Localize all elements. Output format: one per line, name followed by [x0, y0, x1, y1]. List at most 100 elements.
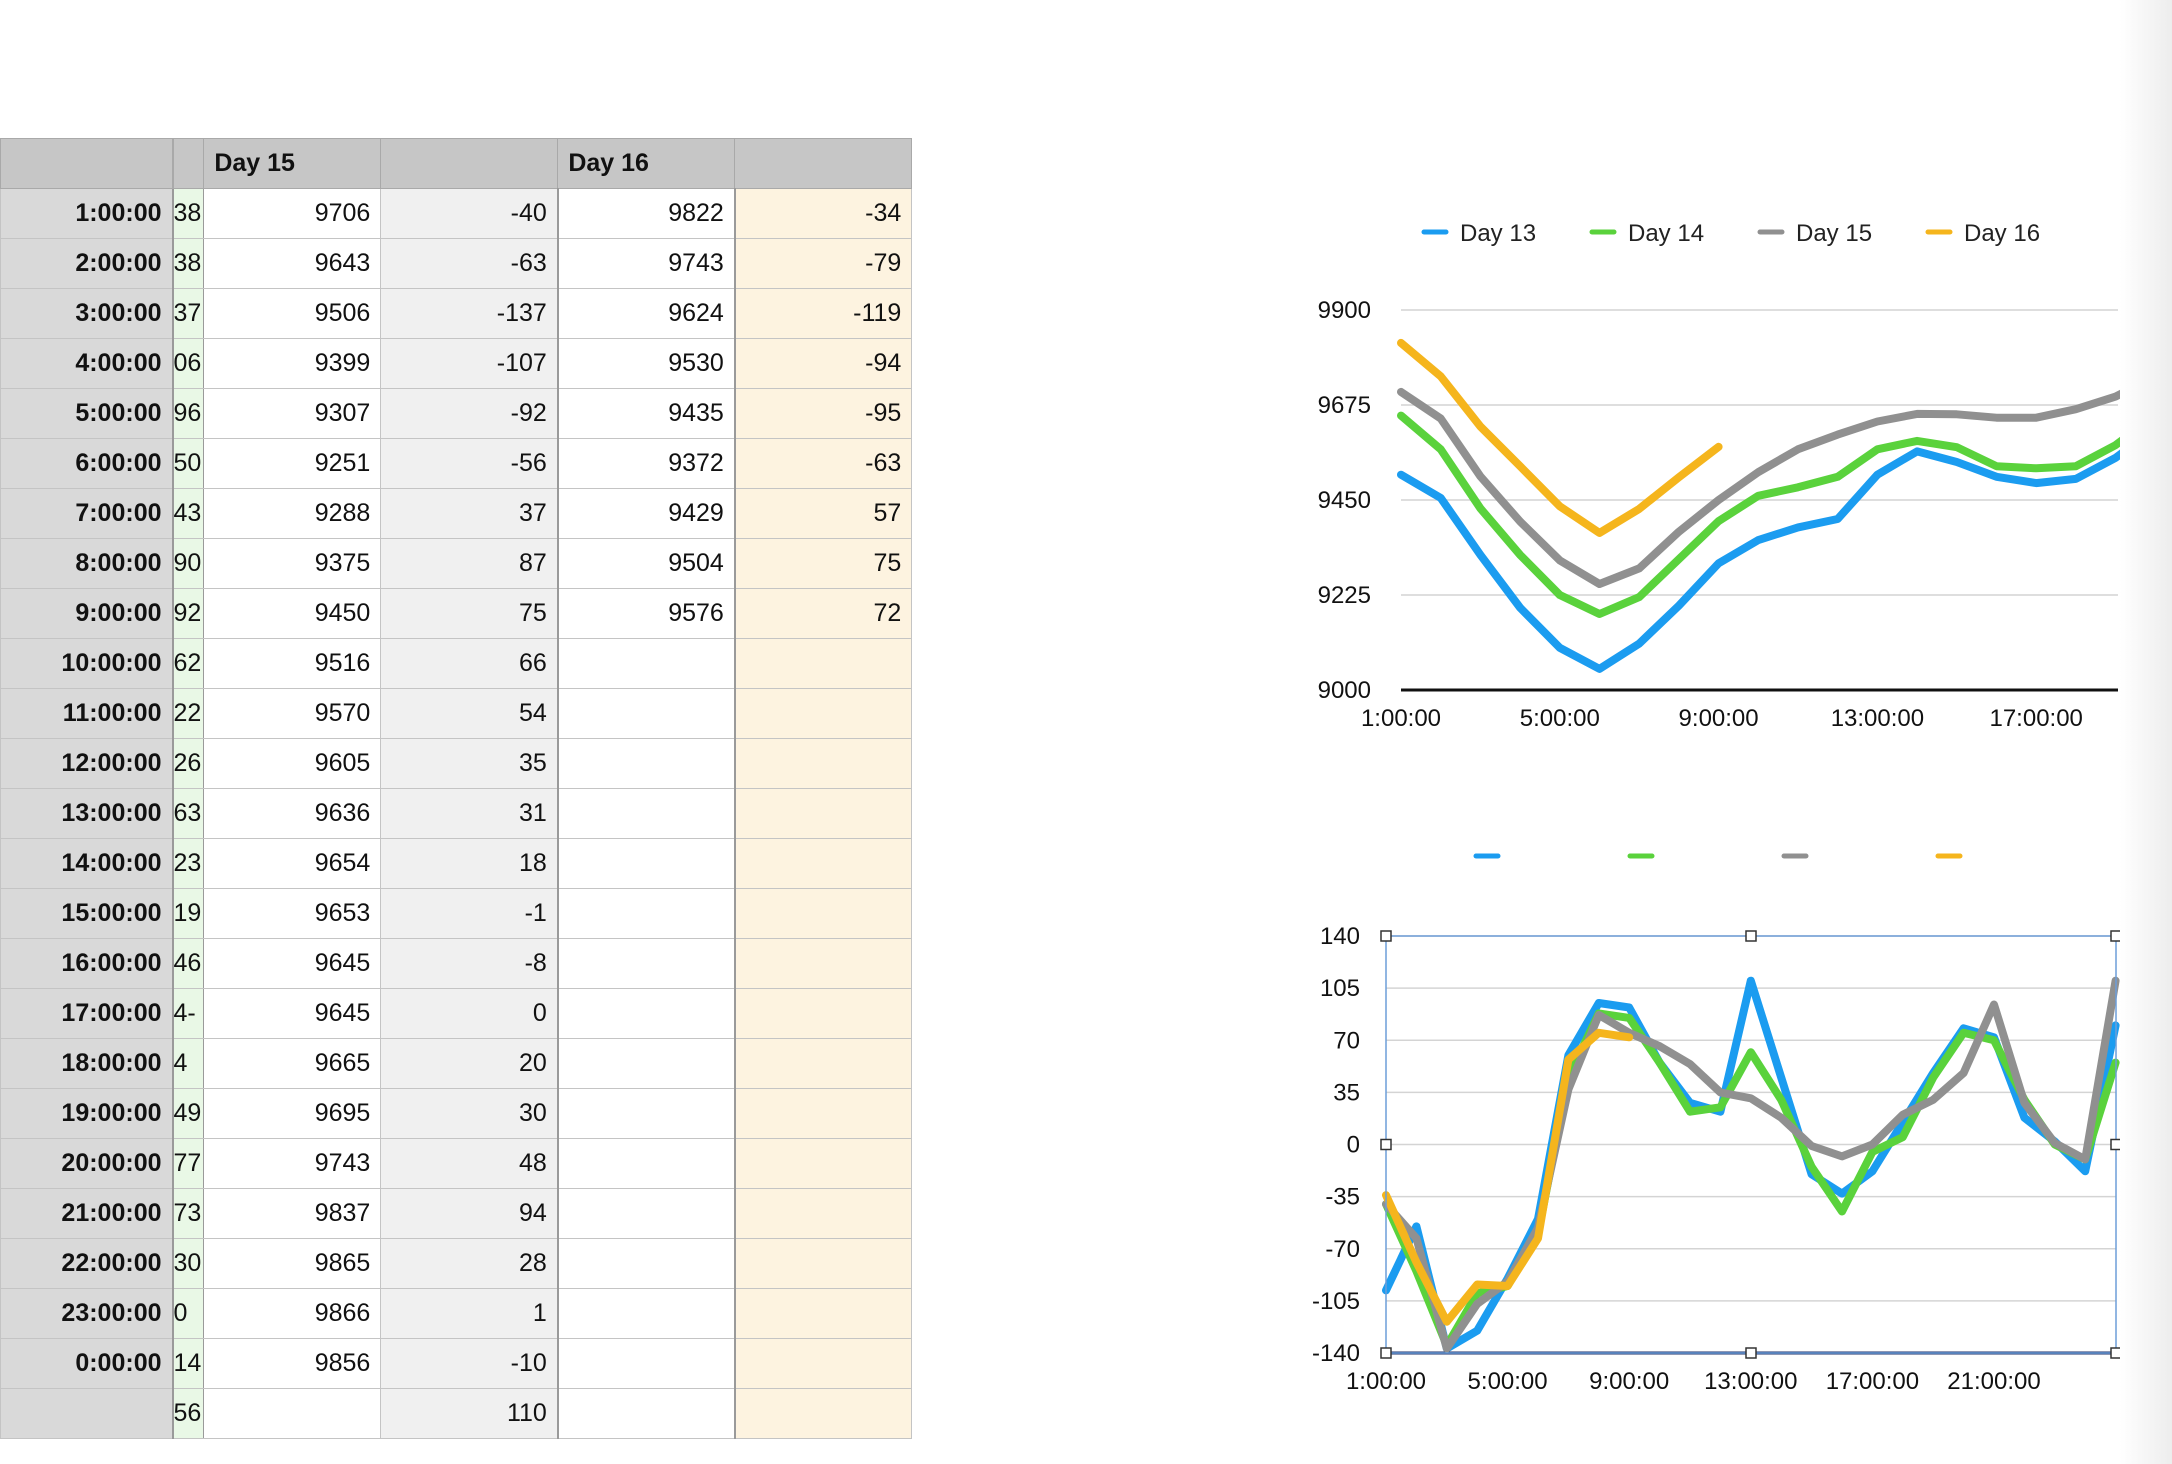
table-cell[interactable]: 18 [380, 838, 559, 889]
table-cell[interactable]: 9530 [557, 338, 736, 389]
row-time-cell[interactable]: 12:00:00 [0, 738, 174, 789]
table-cell[interactable]: 9506 [203, 288, 382, 339]
table-cell[interactable] [733, 938, 913, 989]
column-header[interactable]: Day 15 [203, 138, 382, 189]
table-cell[interactable]: 06 [171, 338, 205, 389]
table-cell[interactable]: 96 [171, 388, 205, 439]
table-cell[interactable]: 110 [380, 1388, 559, 1439]
column-header[interactable]: Day 16 [557, 138, 736, 189]
table-cell[interactable]: 9375 [203, 538, 382, 589]
table-cell[interactable]: 9251 [203, 438, 382, 489]
table-cell[interactable]: 9695 [203, 1088, 382, 1139]
table-cell[interactable]: -107 [380, 338, 559, 389]
table-cell[interactable]: -10 [380, 1338, 559, 1389]
table-cell[interactable]: 50 [171, 438, 205, 489]
table-cell[interactable]: 77 [171, 1138, 205, 1189]
table-cell[interactable]: 9856 [203, 1338, 382, 1389]
row-time-cell[interactable]: 23:00:00 [0, 1288, 174, 1339]
table-cell[interactable]: 94 [380, 1188, 559, 1239]
table-cell[interactable]: 35 [380, 738, 559, 789]
table-cell[interactable]: 9706 [203, 188, 382, 239]
table-cell[interactable] [733, 988, 913, 1039]
table-cell[interactable]: -137 [380, 288, 559, 339]
table-cell[interactable] [733, 688, 913, 739]
table-cell[interactable]: 9837 [203, 1188, 382, 1239]
table-cell[interactable]: 9372 [557, 438, 736, 489]
table-cell[interactable]: -92 [380, 388, 559, 439]
table-cell[interactable]: 9576 [557, 588, 736, 639]
table-cell[interactable] [733, 738, 913, 789]
table-cell[interactable]: 75 [380, 588, 559, 639]
table-cell[interactable] [557, 738, 736, 789]
table-cell[interactable]: 9645 [203, 988, 382, 1039]
column-header[interactable] [734, 138, 913, 189]
table-cell[interactable]: 9743 [203, 1138, 382, 1189]
row-time-cell[interactable]: 4:00:00 [0, 338, 174, 389]
row-time-cell[interactable]: 3:00:00 [0, 288, 174, 339]
table-cell[interactable] [733, 1338, 913, 1389]
table-cell[interactable]: 9643 [203, 238, 382, 289]
table-cell[interactable]: 22 [171, 688, 205, 739]
table-cell[interactable]: 9654 [203, 838, 382, 889]
table-cell[interactable]: 9636 [203, 788, 382, 839]
table-cell[interactable]: 9570 [203, 688, 382, 739]
table-cell[interactable]: 87 [380, 538, 559, 589]
table-cell[interactable]: 26 [171, 738, 205, 789]
table-cell[interactable]: 30 [380, 1088, 559, 1139]
row-time-cell[interactable]: 22:00:00 [0, 1238, 174, 1289]
table-cell[interactable] [733, 888, 913, 939]
row-time-cell[interactable]: 13:00:00 [0, 788, 174, 839]
table-cell[interactable]: 9866 [203, 1288, 382, 1339]
table-cell[interactable] [733, 638, 913, 689]
table-cell[interactable]: 72 [733, 588, 913, 639]
table-cell[interactable]: 38 [171, 238, 205, 289]
table-cell[interactable] [733, 1038, 913, 1089]
table-cell[interactable] [557, 1288, 736, 1339]
column-header[interactable] [380, 138, 559, 189]
row-time-cell[interactable] [0, 1388, 174, 1439]
table-cell[interactable] [557, 1138, 736, 1189]
table-cell[interactable]: -94 [733, 338, 913, 389]
table-cell[interactable] [557, 688, 736, 739]
row-time-cell[interactable]: 18:00:00 [0, 1038, 174, 1089]
table-cell[interactable] [557, 788, 736, 839]
line-chart-values[interactable]: Day 13 Day 14 Day 15 Day 16 9000 9225 9450 9675… [1300, 190, 2130, 770]
table-cell[interactable]: -63 [380, 238, 559, 289]
table-cell[interactable]: 9504 [557, 538, 736, 589]
table-cell[interactable] [557, 1038, 736, 1089]
table-cell[interactable]: 9288 [203, 488, 382, 539]
table-cell[interactable] [203, 1388, 382, 1439]
table-cell[interactable] [733, 1138, 913, 1189]
table-cell[interactable]: 9743 [557, 238, 736, 289]
table-cell[interactable]: 9865 [203, 1238, 382, 1289]
table-cell[interactable]: 9822 [557, 188, 736, 239]
table-cell[interactable]: 9307 [203, 388, 382, 439]
row-time-cell[interactable]: 16:00:00 [0, 938, 174, 989]
table-cell[interactable]: 30 [171, 1238, 205, 1289]
column-header[interactable] [0, 138, 174, 189]
row-time-cell[interactable]: 7:00:00 [0, 488, 174, 539]
row-time-cell[interactable]: 10:00:00 [0, 638, 174, 689]
table-cell[interactable] [557, 1388, 736, 1439]
table-cell[interactable]: 23 [171, 838, 205, 889]
table-cell[interactable]: 31 [380, 788, 559, 839]
table-cell[interactable]: 1 [380, 1288, 559, 1339]
table-cell[interactable]: 90 [171, 538, 205, 589]
row-time-cell[interactable]: 19:00:00 [0, 1088, 174, 1139]
table-cell[interactable]: 63 [171, 788, 205, 839]
row-time-cell[interactable]: 15:00:00 [0, 888, 174, 939]
row-time-cell[interactable]: 1:00:00 [0, 188, 174, 239]
table-cell[interactable]: 20 [380, 1038, 559, 1089]
table-cell[interactable]: 14 [171, 1338, 205, 1389]
table-cell[interactable] [557, 838, 736, 889]
table-cell[interactable]: 46 [171, 938, 205, 989]
table-cell[interactable]: 43 [171, 488, 205, 539]
line-chart-differences[interactable]: -140 -105 -70 -35 0 35 70 105 140 1:00:00 5:00:00 9… [1300, 820, 2130, 1440]
row-time-cell[interactable]: 5:00:00 [0, 388, 174, 439]
table-cell[interactable]: -119 [733, 288, 913, 339]
table-cell[interactable]: -1 [380, 888, 559, 939]
table-cell[interactable]: -56 [380, 438, 559, 489]
table-cell[interactable]: 9605 [203, 738, 382, 789]
row-time-cell[interactable]: 17:00:00 [0, 988, 174, 1039]
table-cell[interactable]: -79 [733, 238, 913, 289]
